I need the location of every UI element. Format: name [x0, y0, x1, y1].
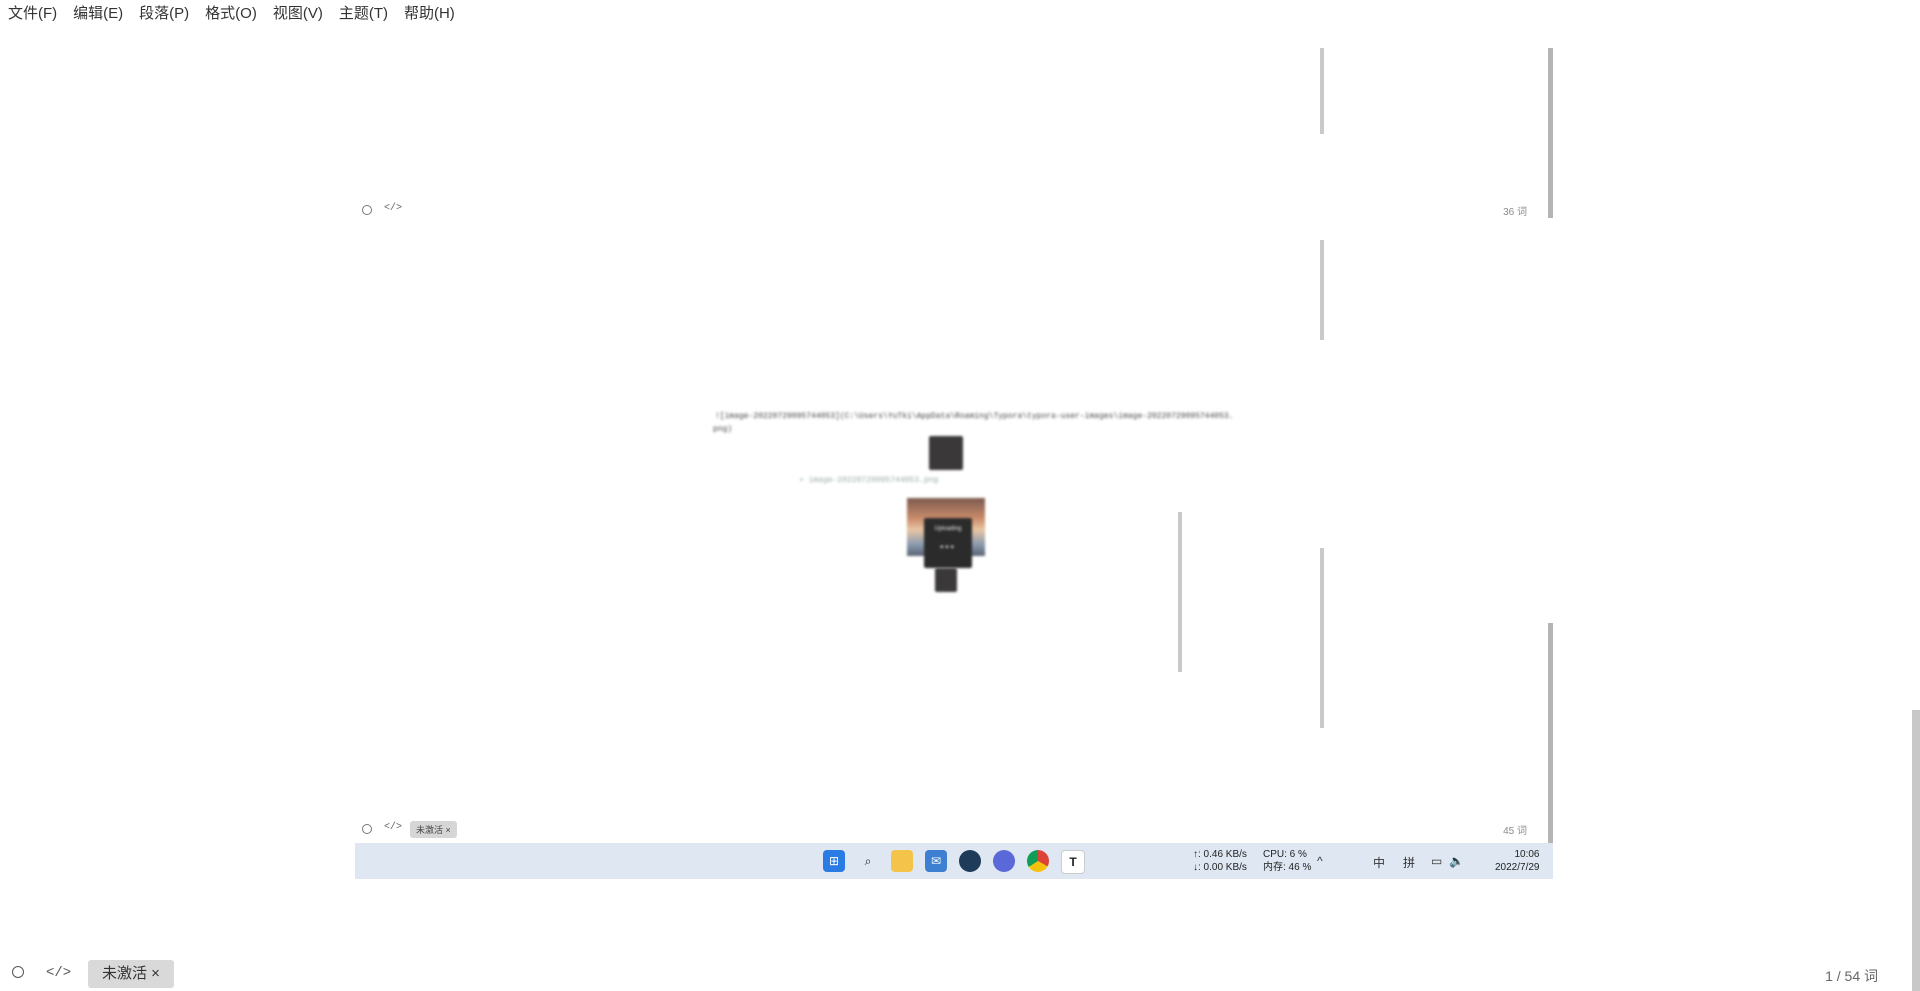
uploading-overlay: Uploading •••	[924, 518, 972, 568]
mem-usage: 内存: 46 %	[1263, 862, 1312, 873]
mail-icon: ✉	[925, 850, 947, 872]
document-area[interactable]: </> 36 词 ![image-20220729095744053](C:\U…	[0, 28, 1920, 958]
menu-edit[interactable]: 编辑(E)	[71, 0, 131, 28]
nested-inner-scrollbar-2	[1320, 240, 1324, 340]
clock-date: 2022/7/29	[1495, 862, 1540, 873]
trash-thumbnail-small	[935, 568, 957, 592]
code-icon[interactable]: </>	[46, 965, 71, 981]
browser-icon	[993, 850, 1015, 872]
nested-word-count-bottom: 45 词	[1503, 826, 1527, 837]
editor-scrollbar-thumb[interactable]	[1912, 710, 1920, 991]
ime-mode: 拼	[1403, 856, 1416, 870]
nested-inner-scrollbar	[1320, 48, 1324, 134]
clock-time: 10:06	[1514, 849, 1540, 860]
ime-language: 中	[1373, 856, 1386, 870]
circle-icon[interactable]	[12, 966, 24, 978]
markdown-image-line-end: png)	[713, 425, 733, 434]
menu-bar: 文件(F) 编辑(E) 段落(P) 格式(O) 视图(V) 主题(T) 帮助(H…	[0, 0, 469, 28]
nested-inner-scrollbar-3	[1178, 512, 1182, 672]
nested-scrollbar-top	[1548, 48, 1553, 218]
folder-icon	[891, 850, 913, 872]
status-bar: </> 未激活 × 1 / 54 词	[0, 958, 1920, 991]
menu-file[interactable]: 文件(F)	[6, 0, 65, 28]
steam-icon	[959, 850, 981, 872]
nested-activation-badge: 未激活 ×	[410, 821, 457, 838]
menu-help[interactable]: 帮助(H)	[402, 0, 463, 28]
nested-code-icon-2: </>	[384, 822, 403, 833]
menu-paragraph[interactable]: 段落(P)	[137, 0, 197, 28]
net-up: ↑: 0.46 KB/s	[1193, 849, 1247, 860]
search-icon: ⌕	[864, 853, 872, 868]
word-count[interactable]: 1 / 54 词	[1825, 966, 1878, 986]
cpu-usage: CPU: 6 %	[1263, 849, 1307, 860]
net-down: ↓: 0.00 KB/s	[1193, 862, 1247, 873]
activation-badge[interactable]: 未激活 ×	[88, 960, 174, 988]
volume-icon: 🔈	[1449, 854, 1464, 868]
chrome-icon	[1027, 850, 1049, 872]
typora-icon: T	[1061, 850, 1085, 874]
nested-code-icon: </>	[384, 203, 403, 214]
nested-taskbar: ⊞ ⌕ ✉ T ↑: 0.46 KB/s ↓: 0.00 KB/s CPU: 6…	[355, 843, 1553, 879]
menu-theme[interactable]: 主题(T)	[337, 0, 396, 28]
trash-thumbnail	[929, 436, 963, 470]
network-icon: ▭	[1431, 854, 1443, 868]
nested-circle-icon-2	[362, 824, 372, 834]
markdown-image-line: ![image-20220729095744053](C:\Users\YuTk…	[715, 412, 1234, 421]
embedded-screenshot: </> 36 词 ![image-20220729095744053](C:\U…	[355, 48, 1553, 879]
menu-view[interactable]: 视图(V)	[271, 0, 331, 28]
nested-word-count-top: 36 词	[1503, 207, 1527, 218]
windows-start-icon: ⊞	[823, 850, 845, 872]
nested-circle-icon	[362, 205, 372, 215]
menu-format[interactable]: 格式(O)	[203, 0, 265, 28]
nested-scrollbar-bottom	[1548, 623, 1553, 843]
tray-chevron-icon: ^	[1317, 854, 1323, 868]
nested-inner-scrollbar-4	[1320, 548, 1324, 728]
